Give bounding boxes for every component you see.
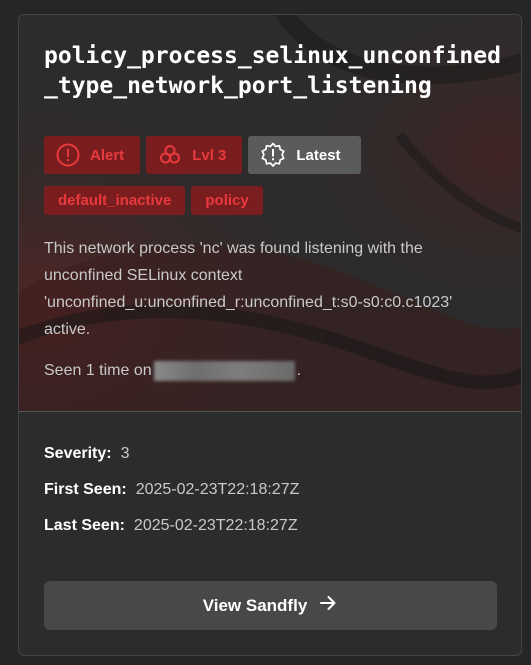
policy-title: policy_process_selinux_unconfined_type_n… — [44, 43, 501, 99]
alert-circle-icon — [56, 143, 80, 167]
badge-row: Alert Lvl 3 Latest — [44, 136, 361, 174]
latest-badge-label: Latest — [296, 146, 341, 164]
view-sandfly-label: View Sandfly — [202, 595, 308, 615]
seen-prefix: Seen 1 time on — [44, 362, 152, 379]
tag-default-inactive: default_inactive — [44, 186, 186, 215]
level-badge-label: Lvl 3 — [192, 146, 227, 164]
card-header: policy_process_selinux_unconfined_type_n… — [19, 15, 521, 412]
biohazard-icon — [158, 143, 182, 167]
alert-card: policy_process_selinux_unconfined_type_n… — [18, 14, 522, 656]
first-seen-label: First Seen: — [44, 481, 127, 498]
latest-badge: Latest — [248, 136, 361, 174]
alert-description: This network process 'nc' was found list… — [44, 240, 453, 338]
tag-row: default_inactive policy — [44, 186, 263, 215]
severity-row: Severity: 3 — [44, 445, 130, 463]
view-sandfly-button[interactable]: View Sandfly — [44, 581, 497, 630]
redacted-hostname — [153, 361, 295, 381]
level-badge: Lvl 3 — [146, 136, 243, 174]
arrow-right-icon — [318, 593, 338, 618]
alert-badge: Alert — [44, 136, 141, 174]
severity-value: 3 — [120, 445, 130, 462]
last-seen-value: 2025-02-23T22:18:27Z — [133, 517, 298, 534]
last-seen-row: Last Seen: 2025-02-23T22:18:27Z — [44, 517, 298, 535]
first-seen-value: 2025-02-23T22:18:27Z — [135, 481, 300, 498]
first-seen-row: First Seen: 2025-02-23T22:18:27Z — [44, 481, 299, 499]
severity-label: Severity: — [44, 445, 112, 462]
section-divider — [19, 411, 521, 412]
last-seen-label: Last Seen: — [44, 517, 125, 534]
seen-suffix: . — [296, 362, 302, 379]
alert-badge-label: Alert — [90, 146, 125, 164]
starburst-alert-icon — [260, 142, 286, 168]
tag-policy: policy — [191, 186, 263, 215]
seen-line: Seen 1 time on . — [44, 361, 301, 381]
